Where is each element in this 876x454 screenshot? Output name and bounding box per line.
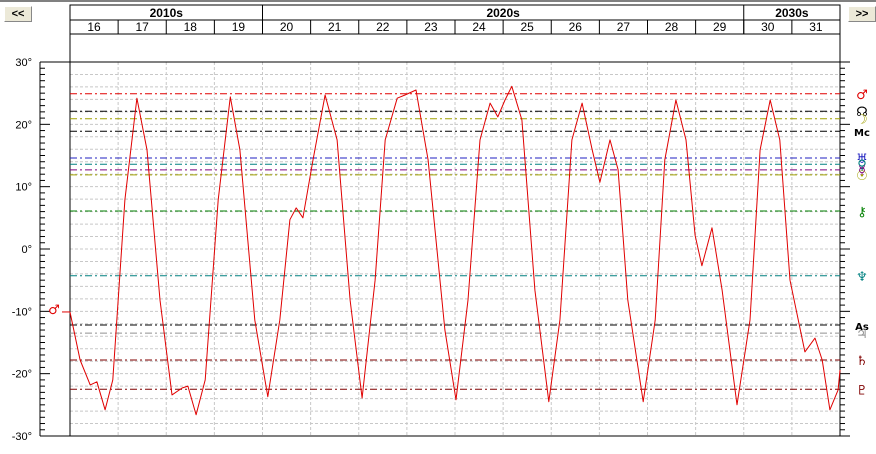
decade-label: 2020s bbox=[486, 6, 520, 20]
decade-label: 2010s bbox=[150, 6, 184, 20]
y-tick-label: -30° bbox=[12, 431, 32, 443]
year-label: 29 bbox=[713, 20, 727, 34]
year-label: 28 bbox=[665, 20, 679, 34]
planet-glyph-jupiter: ♃ bbox=[856, 327, 868, 342]
year-label: 26 bbox=[569, 20, 583, 34]
planet-glyph-chiron: ⚷ bbox=[857, 205, 867, 220]
y-tick-label: -20° bbox=[12, 369, 32, 381]
year-label: 18 bbox=[184, 20, 198, 34]
start-marker-mars-glyph: ♂ bbox=[48, 303, 60, 318]
year-label: 30 bbox=[761, 20, 775, 34]
planet-glyph-mars: ♂ bbox=[856, 88, 868, 103]
planet-glyph-mc: Mc bbox=[854, 128, 870, 139]
y-tick-label: 10° bbox=[15, 182, 32, 194]
planet-glyph-moon: ☽ bbox=[856, 113, 868, 128]
year-label: 21 bbox=[328, 20, 342, 34]
y-tick-label: 20° bbox=[15, 119, 32, 131]
year-label: 31 bbox=[809, 20, 823, 34]
series-line-mars-declination bbox=[69, 85, 841, 416]
year-label: 25 bbox=[520, 20, 534, 34]
y-tick-label: 30° bbox=[15, 57, 32, 69]
planet-glyph-sun: ☉ bbox=[856, 169, 868, 184]
year-label: 22 bbox=[376, 20, 390, 34]
year-label: 20 bbox=[280, 20, 294, 34]
planet-glyph-neptune: ♆ bbox=[856, 270, 868, 285]
y-tick-label: 0° bbox=[21, 244, 32, 256]
planet-glyph-saturn: ♄ bbox=[856, 354, 868, 369]
year-label: 16 bbox=[87, 20, 101, 34]
year-label: 27 bbox=[617, 20, 631, 34]
y-tick-label: -10° bbox=[12, 306, 32, 318]
year-label: 19 bbox=[232, 20, 246, 34]
year-label: 24 bbox=[472, 20, 486, 34]
declination-chart: 2010s 2020s 2030s 16 17 18 19 20 21 22 23 24 25 26 27 2… bbox=[12, 4, 870, 443]
year-label: 23 bbox=[424, 20, 438, 34]
year-label: 17 bbox=[135, 20, 149, 34]
planet-glyph-pluto: ♇ bbox=[856, 383, 868, 398]
decade-label: 2030s bbox=[775, 6, 809, 20]
